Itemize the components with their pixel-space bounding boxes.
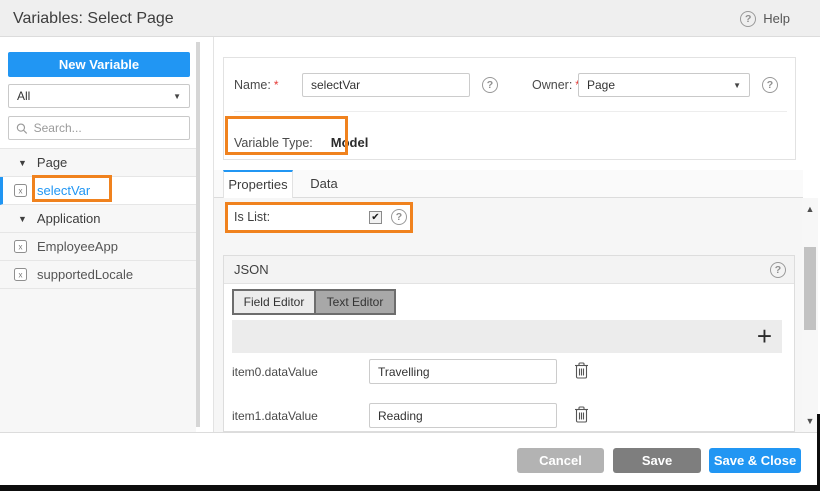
tree-item-label: supportedLocale xyxy=(37,267,133,282)
annotation-box-is-list: Is List: ✔ ? xyxy=(225,202,413,233)
editor-tabbar: Properties Data xyxy=(214,170,803,198)
variable-editor-main: Name: * ? Owner: * Page ▼ ? Variable Typ… xyxy=(213,37,802,432)
tree-group-page[interactable]: ▼ Page xyxy=(0,149,196,177)
delete-row-button[interactable] xyxy=(574,362,589,382)
json-section-title: JSON xyxy=(234,256,269,284)
tree-group-label: Page xyxy=(37,155,67,170)
variable-icon: x xyxy=(14,240,27,253)
variable-type-row: Variable Type: Model xyxy=(234,124,368,161)
variable-type-value: Model xyxy=(331,135,369,150)
dialog-title: Variables: Select Page xyxy=(13,0,174,37)
variables-sidebar: New Variable All ▼ ▼ Page x selectVar xyxy=(0,37,205,432)
name-field-group: Name: * xyxy=(234,73,279,97)
chevron-down-icon: ▼ xyxy=(173,92,181,101)
owner-value: Page xyxy=(587,78,733,92)
tree-item-employeeapp[interactable]: x EmployeeApp xyxy=(0,233,196,261)
svg-text:x: x xyxy=(19,271,23,280)
variable-icon: x xyxy=(14,268,27,281)
json-help-icon[interactable]: ? xyxy=(770,262,786,278)
tab-data[interactable]: Data xyxy=(294,170,354,198)
svg-text:x: x xyxy=(19,243,23,252)
search-box xyxy=(8,116,190,140)
variable-icon: x xyxy=(14,184,27,197)
tree-item-selectvar[interactable]: x selectVar xyxy=(0,177,196,205)
tree-item-supportedlocale[interactable]: x supportedLocale xyxy=(0,261,196,289)
tree-item-label: selectVar xyxy=(37,183,90,198)
json-section: JSON ? Field Editor Text Editor + item0.… xyxy=(223,255,795,432)
owner-label: Owner: xyxy=(532,78,572,92)
field-key-label: item0.dataValue xyxy=(232,360,318,385)
save-and-close-button[interactable]: Save & Close xyxy=(709,448,801,473)
new-variable-button[interactable]: New Variable xyxy=(8,52,190,77)
save-button[interactable]: Save xyxy=(613,448,701,473)
field-value-input[interactable] xyxy=(369,359,557,384)
scroll-down-icon[interactable]: ▼ xyxy=(802,414,818,428)
variables-tree: ▼ Page x selectVar ▼ Application x Emplo xyxy=(0,148,196,432)
field-editor-button[interactable]: Field Editor xyxy=(234,291,314,313)
category-filter-value: All xyxy=(17,89,173,103)
field-key-label: item1.dataValue xyxy=(232,404,318,429)
properties-tab-content: Is List: ✔ ? JSON ? Field Editor Text Ed… xyxy=(214,198,803,432)
is-list-help-icon[interactable]: ? xyxy=(391,209,407,225)
cancel-button[interactable]: Cancel xyxy=(517,448,604,473)
add-item-bar: + xyxy=(232,320,782,353)
window-bottom-edge xyxy=(0,485,820,491)
add-item-button[interactable]: + xyxy=(757,320,772,353)
main-scrollbar[interactable]: ▲ ▼ xyxy=(802,198,818,432)
editor-mode-toggle: Field Editor Text Editor xyxy=(232,289,396,315)
owner-select[interactable]: Page ▼ xyxy=(578,73,750,97)
search-input[interactable] xyxy=(34,121,182,135)
svg-text:x: x xyxy=(19,187,23,196)
is-list-label: Is List: xyxy=(234,205,270,230)
name-help-icon[interactable]: ? xyxy=(482,77,498,93)
owner-help-icon[interactable]: ? xyxy=(762,77,778,93)
name-input[interactable] xyxy=(302,73,470,97)
tree-group-label: Application xyxy=(37,211,101,226)
check-icon: ✔ xyxy=(371,212,379,223)
field-value-input[interactable] xyxy=(369,403,557,428)
scrollbar-thumb[interactable] xyxy=(804,247,816,330)
variable-type-label: Variable Type: xyxy=(234,136,313,150)
tree-group-application[interactable]: ▼ Application xyxy=(0,205,196,233)
owner-field-group: Owner: * xyxy=(532,73,580,97)
delete-row-button[interactable] xyxy=(574,406,589,426)
trash-icon xyxy=(574,406,589,423)
json-section-header: JSON ? xyxy=(224,256,794,284)
form-divider xyxy=(234,111,787,112)
name-label: Name: xyxy=(234,78,271,92)
help-icon: ? xyxy=(740,11,756,27)
tree-collapse-icon: ▼ xyxy=(18,158,27,168)
chevron-down-icon: ▼ xyxy=(733,81,741,90)
required-marker: * xyxy=(274,78,279,92)
tree-collapse-icon: ▼ xyxy=(18,214,27,224)
dialog-header: Variables: Select Page ? Help xyxy=(0,0,820,37)
variable-info-panel: Name: * ? Owner: * Page ▼ ? Variable Typ… xyxy=(223,57,796,160)
help-link[interactable]: ? Help xyxy=(740,0,790,37)
tree-item-label: EmployeeApp xyxy=(37,239,118,254)
sidebar-scrollbar[interactable] xyxy=(196,42,200,427)
variables-dialog: Variables: Select Page ? Help New Variab… xyxy=(0,0,820,491)
search-icon xyxy=(16,122,28,135)
trash-icon xyxy=(574,362,589,379)
scroll-up-icon[interactable]: ▲ xyxy=(802,202,818,216)
tab-properties[interactable]: Properties xyxy=(223,170,293,198)
dialog-footer: Cancel Save Save & Close xyxy=(0,432,820,485)
help-label: Help xyxy=(763,11,790,26)
is-list-checkbox[interactable]: ✔ xyxy=(369,211,382,224)
text-editor-button[interactable]: Text Editor xyxy=(314,291,394,313)
category-filter-select[interactable]: All ▼ xyxy=(8,84,190,108)
